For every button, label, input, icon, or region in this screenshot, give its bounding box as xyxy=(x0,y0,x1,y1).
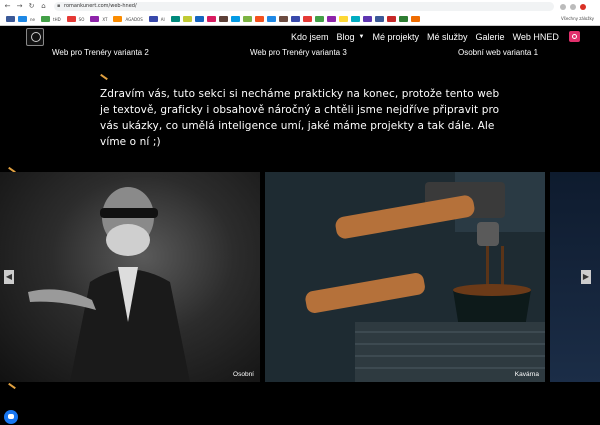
bookmark-icon[interactable] xyxy=(206,16,216,22)
slide-kavarna[interactable]: Kavárna xyxy=(265,172,545,382)
bookmark-icon[interactable] xyxy=(41,16,50,22)
carousel-label[interactable]: Web pro Trenéry varianta 3 xyxy=(250,48,347,57)
menu-item-label: Blog xyxy=(336,31,355,42)
menu-item-me-projekty[interactable]: Mé projekty xyxy=(373,32,420,42)
menu-item-me-sluzby[interactable]: Mé služby xyxy=(427,32,468,42)
messenger-icon[interactable] xyxy=(4,410,18,424)
bookmark-icon[interactable] xyxy=(290,16,300,22)
menu-icon[interactable] xyxy=(580,3,586,10)
bookmark-icon[interactable] xyxy=(242,16,252,22)
forward-icon[interactable]: → xyxy=(15,2,24,11)
bookmark-icon[interactable] xyxy=(66,16,76,22)
bookmark-icon[interactable] xyxy=(338,16,348,22)
bookmark-icon[interactable] xyxy=(90,16,100,22)
carousel-label[interactable]: Web pro Trenéry varianta 2 xyxy=(52,48,149,57)
instagram-icon[interactable] xyxy=(568,31,580,42)
accent-mark xyxy=(100,73,108,81)
bookmark-icon[interactable] xyxy=(386,16,396,22)
bookmark-label[interactable]: XT xyxy=(102,17,107,22)
bookmark-label[interactable]: tHD xyxy=(53,17,61,22)
chevron-right-icon[interactable]: ▶ xyxy=(581,270,591,284)
bookmark-icon[interactable] xyxy=(6,16,15,22)
menu-item-label: Galerie xyxy=(475,31,505,42)
slide-caption: Osobní xyxy=(233,371,254,378)
slide-osobni[interactable]: Osobní xyxy=(0,172,260,382)
bookmark-icon[interactable] xyxy=(314,16,324,22)
menu-item-kdo-jsem[interactable]: Kdo jsem xyxy=(291,32,329,42)
bookmark-icon[interactable] xyxy=(266,16,276,22)
man-portrait-image xyxy=(28,187,190,382)
intro-text: Zdravím vás, tuto sekci si necháme prakt… xyxy=(100,88,500,148)
bookmark-icon[interactable] xyxy=(302,16,312,22)
bookmark-icon[interactable] xyxy=(350,16,360,22)
image-slider: Osobní Kavárna ◀ ▶ xyxy=(0,172,600,382)
menu-item-label: Kdo jsem xyxy=(291,31,329,42)
url-text: romankunert.com/web-hned/ xyxy=(64,3,137,9)
bookmark-icon[interactable] xyxy=(410,16,420,22)
bookmark-label[interactable]: AGADOS xyxy=(125,17,142,22)
espresso-machine-image xyxy=(265,172,545,382)
bookmark-icon[interactable] xyxy=(194,16,204,22)
bookmark-icon[interactable] xyxy=(278,16,288,22)
menu-item-blog[interactable]: Blog ▼ xyxy=(337,32,365,42)
menu-item-galerie[interactable]: Galerie xyxy=(476,32,505,42)
browser-actions xyxy=(560,3,586,10)
reload-icon[interactable]: ↻ xyxy=(27,2,36,11)
menu-item-label: Web HNED xyxy=(512,31,559,42)
bookmark-icon[interactable] xyxy=(362,16,372,22)
back-icon[interactable]: ← xyxy=(3,2,12,11)
bookmark-icon[interactable] xyxy=(326,16,336,22)
accent-mark xyxy=(8,382,16,390)
site-logo[interactable] xyxy=(26,28,44,46)
slide-next-preview[interactable] xyxy=(550,172,600,382)
bookmark-icon[interactable] xyxy=(170,16,180,22)
main-menu: Kdo jsem Blog ▼ Mé projekty Mé služby Gal… xyxy=(291,31,580,42)
profile-icon[interactable] xyxy=(570,3,576,10)
bookmark-icon[interactable] xyxy=(113,16,123,22)
site-header: Kdo jsem Blog ▼ Mé projekty Mé služby Gal… xyxy=(0,26,600,48)
bookmark-icon[interactable] xyxy=(182,16,192,22)
bookmark-icon[interactable] xyxy=(148,16,158,22)
bookmark-label[interactable]: SO xyxy=(79,17,85,22)
carousel-top-labels: Web pro Trenéry varianta 2 Web pro Trené… xyxy=(0,48,600,60)
bookmark-icon[interactable] xyxy=(18,16,27,22)
bookmark-icon[interactable] xyxy=(374,16,384,22)
home-icon[interactable]: ⌂ xyxy=(39,2,48,11)
url-input[interactable]: ▪ romankunert.com/web-hned/ xyxy=(54,2,554,11)
extensions-icon[interactable] xyxy=(560,3,566,10)
bookmarks-bar: ne tHD SO XT AGADOS AI Všechny záložky xyxy=(0,13,600,26)
bookmark-label[interactable]: ne xyxy=(30,17,35,22)
caret-down-icon: ▼ xyxy=(358,33,365,40)
carousel-label[interactable]: Osobní web varianta 1 xyxy=(458,48,538,57)
lock-icon: ▪ xyxy=(57,3,61,9)
bookmark-icon[interactable] xyxy=(254,16,264,22)
menu-item-label: Mé služby xyxy=(427,31,468,42)
menu-item-label: Mé projekty xyxy=(372,31,420,42)
all-bookmarks[interactable]: Všechny záložky xyxy=(561,16,594,21)
slide-caption: Kavárna xyxy=(514,371,539,378)
browser-chrome: ← → ↻ ⌂ ▪ romankunert.com/web-hned/ ne t… xyxy=(0,0,600,26)
menu-item-web-hned[interactable]: Web HNED xyxy=(513,32,559,42)
bookmark-icon[interactable] xyxy=(218,16,228,22)
bookmark-icon[interactable] xyxy=(230,16,240,22)
bookmark-icon[interactable] xyxy=(398,16,408,22)
bookmark-label[interactable]: AI xyxy=(161,17,165,22)
address-bar-row: ← → ↻ ⌂ ▪ romankunert.com/web-hned/ xyxy=(0,0,600,13)
chevron-left-icon[interactable]: ◀ xyxy=(4,270,14,284)
